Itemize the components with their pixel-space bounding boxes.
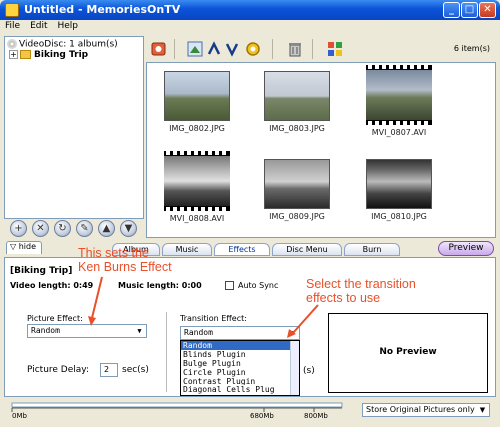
capacity-tick: 800Mb [304, 412, 328, 420]
tree-album-label: Biking Trip [34, 50, 89, 60]
picture-delay-value: 2 [104, 365, 110, 374]
thumbnail-caption: IMG_0809.JPG [269, 212, 325, 221]
disc-icon [7, 39, 17, 49]
thumbnail-caption: IMG_0802.JPG [169, 124, 225, 133]
refresh-icon[interactable]: ↻ [54, 220, 71, 237]
capacity-bar: 0Mb 680Mb 800Mb [4, 399, 356, 423]
tree-toolbar: + ✕ ↻ ✎ ▲ ▼ [4, 220, 144, 238]
dropdown-option[interactable]: Circle Plugin [181, 368, 291, 377]
thumbnail-caption: MVI_0808.AVI [169, 214, 225, 223]
title-bar[interactable]: Untitled - MemoriesOnTV _ □ ✕ [0, 0, 500, 20]
import-icon[interactable] [150, 40, 168, 58]
settings-gear-icon[interactable] [244, 40, 262, 58]
chevron-down-icon[interactable]: ▼ [477, 405, 488, 415]
capacity-tick: 0Mb [12, 412, 27, 420]
video-thumbnail[interactable] [366, 65, 432, 125]
thumbnail-grid[interactable]: IMG_0802.JPG IMG_0803.JPG MVI_0807.AVI M… [146, 62, 496, 238]
auto-sync-checkbox[interactable] [225, 281, 234, 290]
video-length: Video length: 0:49 [10, 281, 94, 290]
expand-icon[interactable]: + [9, 50, 18, 59]
window-title: Untitled - MemoriesOnTV [24, 3, 181, 16]
photo-thumbnail[interactable] [264, 159, 330, 209]
transition-effect-select[interactable]: Random ▼ [180, 326, 300, 340]
tab-disc-menu[interactable]: Disc Menu [272, 243, 342, 256]
dropdown-option[interactable]: Bulge Plugin [181, 359, 291, 368]
view-grid-icon[interactable] [326, 40, 344, 58]
picture-delay-stepper[interactable]: 2 [100, 363, 118, 377]
transition-effect-label: Transition Effect: [180, 314, 247, 323]
thumbnail-item[interactable]: IMG_0802.JPG [161, 71, 233, 133]
thumbnail-item[interactable]: MVI_0808.AVI [161, 151, 233, 223]
thumbnail-item[interactable]: MVI_0807.AVI [363, 65, 435, 137]
auto-sync-label: Auto Sync [238, 281, 279, 290]
music-length: Music length: 0:00 [118, 281, 202, 290]
rotate-right-icon[interactable] [224, 40, 242, 58]
transition-dropdown-list[interactable]: Random Blinds Plugin Bulge Plugin Circle… [180, 340, 300, 396]
dropdown-option[interactable]: Random [181, 341, 291, 350]
thumbnail-caption: MVI_0807.AVI [371, 128, 427, 137]
thumbnail-item[interactable]: IMG_0809.JPG [261, 159, 333, 221]
transition-effect-value: Random [184, 328, 213, 337]
store-option-value: Store Original Pictures only [366, 405, 475, 414]
thumbnail-toolbar: 6 item(s) [146, 36, 496, 62]
dropdown-option[interactable]: Blinds Plugin [181, 350, 291, 359]
minimize-button[interactable]: _ [443, 2, 460, 18]
add-icon[interactable]: + [10, 220, 27, 237]
trash-icon[interactable] [286, 40, 304, 58]
thumbnail-item[interactable]: IMG_0803.JPG [261, 71, 333, 133]
menu-bar: File Edit Help [0, 20, 500, 35]
photo-thumbnail[interactable] [264, 71, 330, 121]
thumbnail-caption: IMG_0803.JPG [269, 124, 325, 133]
photo-thumbnail[interactable] [164, 71, 230, 121]
annotation-ken-burns: This sets the Ken Burns Effect [78, 246, 172, 274]
tab-burn[interactable]: Burn [344, 243, 400, 256]
dropdown-option[interactable]: Diagonal Cells Plug [181, 385, 291, 395]
hide-tab-label: hide [18, 242, 36, 251]
tab-effects[interactable]: Effects [214, 243, 270, 256]
tree-item-album[interactable]: + Biking Trip [9, 50, 88, 60]
picture-effect-value: Random [31, 326, 60, 335]
tree-root-label: VideoDisc: 1 album(s) [19, 39, 118, 50]
preview-button[interactable]: Preview [438, 241, 494, 256]
app-icon [5, 3, 19, 17]
dropdown-option[interactable]: Contrast Plugin [181, 377, 291, 386]
thumbnail-caption: IMG_0810.JPG [371, 212, 427, 221]
move-up-icon[interactable]: ▲ [98, 220, 115, 237]
tree-root[interactable]: VideoDisc: 1 album(s) [7, 39, 118, 50]
capacity-tick: 680Mb [250, 412, 274, 420]
edit-icon[interactable]: ✎ [76, 220, 93, 237]
menu-file[interactable]: File [0, 20, 25, 31]
annotation-transition: Select the transition effects to use [306, 277, 416, 305]
transition-delay-unit: (s) [303, 366, 315, 376]
rotate-left-icon[interactable] [206, 40, 224, 58]
picture-effect-label: Picture Effect: [27, 314, 83, 323]
move-down-icon[interactable]: ▼ [120, 220, 137, 237]
folder-icon [20, 50, 31, 59]
item-count: 6 item(s) [453, 44, 490, 53]
remove-icon[interactable]: ✕ [32, 220, 49, 237]
maximize-button[interactable]: □ [461, 2, 478, 18]
chevron-down-icon[interactable]: ▼ [134, 326, 145, 336]
dropdown-scrollbar[interactable] [290, 341, 299, 395]
thumbnail-item[interactable]: IMG_0810.JPG [363, 159, 435, 221]
chevron-down-icon[interactable]: ▼ [287, 328, 298, 338]
picture-effect-select[interactable]: Random ▼ [27, 324, 147, 338]
close-button[interactable]: ✕ [479, 2, 496, 18]
divider [166, 312, 167, 392]
menu-help[interactable]: Help [53, 20, 84, 31]
menu-edit[interactable]: Edit [25, 20, 52, 31]
picture-delay-label: Picture Delay: [27, 365, 89, 375]
hide-tab[interactable]: ▽ hide [6, 241, 42, 254]
album-title: [Biking Trip] [10, 266, 73, 276]
album-tree[interactable]: VideoDisc: 1 album(s) + Biking Trip [4, 36, 144, 219]
picture-delay-unit: sec(s) [122, 365, 149, 375]
photo-thumbnail[interactable] [366, 159, 432, 209]
no-preview-label: No Preview [379, 347, 437, 357]
photo-edit-icon[interactable] [186, 40, 204, 58]
preview-box: No Preview [328, 313, 488, 393]
store-option-select[interactable]: Store Original Pictures only ▼ [362, 403, 490, 417]
video-thumbnail[interactable] [164, 151, 230, 211]
